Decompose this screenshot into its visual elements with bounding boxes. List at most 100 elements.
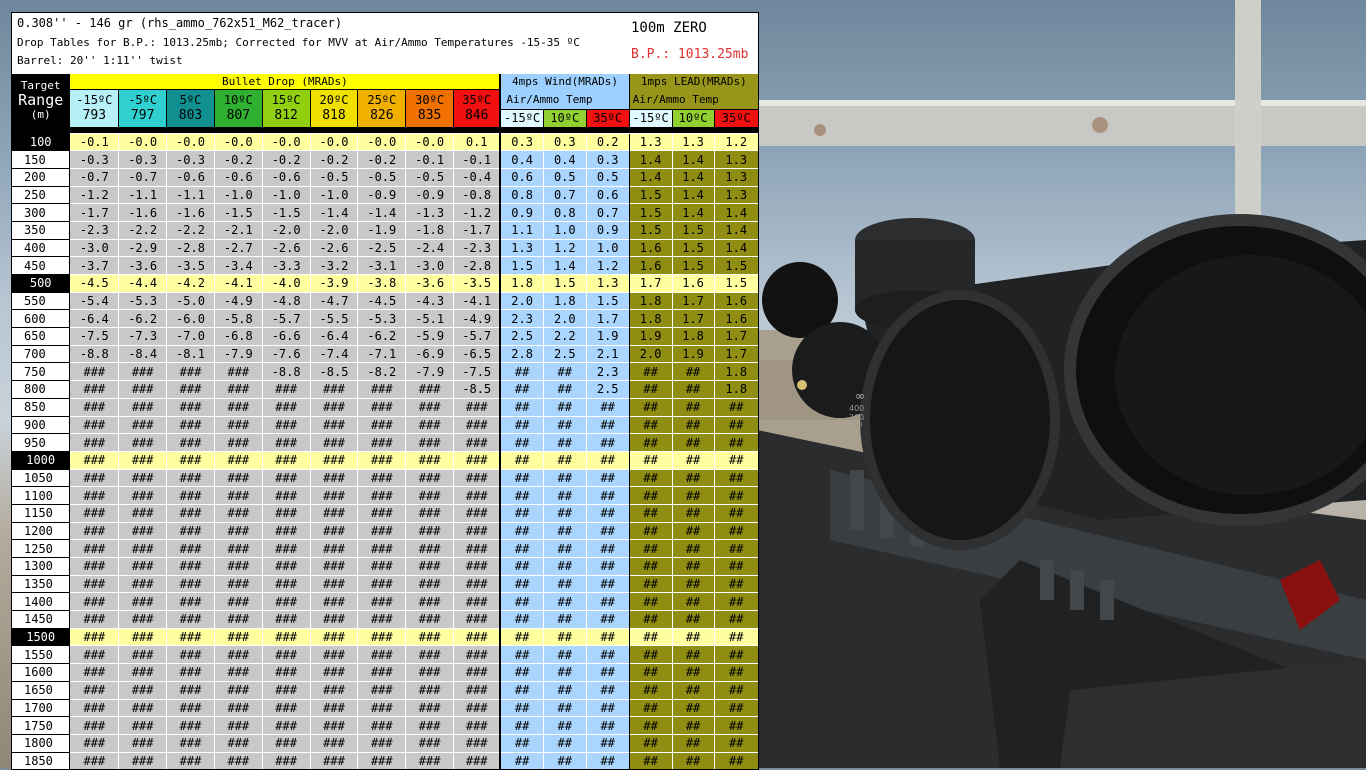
lead-cell: ## — [628, 362, 673, 381]
drop-cell: ### — [357, 450, 406, 470]
drop-cell: ### — [166, 592, 215, 611]
drop-cell: ### — [405, 574, 454, 593]
drop-cell: ### — [166, 680, 215, 699]
wind-cell: 0.6 — [499, 167, 544, 187]
lead-cell: ## — [713, 751, 758, 769]
wind-temp-column-header: -15ºC — [499, 108, 544, 127]
drop-temp-column-header: 5ºC 803 — [166, 89, 215, 127]
table-row: 1100 ### ### ### ### ### ### ### ### ### ## ## ## ## #… — [12, 486, 758, 505]
drop-cell: ### — [453, 486, 501, 505]
drop-cell: ### — [166, 751, 215, 769]
drop-cell: ### — [118, 433, 167, 452]
wind-cell: 0.3 — [585, 150, 630, 169]
range-cell: 750 — [12, 362, 70, 381]
drop-cell: ### — [69, 610, 119, 629]
drop-cell: -0.5 — [309, 167, 358, 187]
drop-cell: ### — [213, 680, 263, 699]
range-label: Range — [18, 90, 64, 109]
drop-cell: ### — [261, 663, 311, 682]
lead-cell: ## — [713, 733, 758, 753]
lead-cell: ## — [671, 450, 714, 470]
drop-cell: -1.4 — [309, 203, 358, 222]
table-row: 1800 ### ### ### ### ### ### ### ### ### ## ## ## ## #… — [12, 733, 758, 753]
lens-cap — [860, 290, 1060, 550]
wind-cell: 1.1 — [499, 220, 544, 240]
wind-cell: ## — [499, 433, 544, 452]
wind-cell: 1.3 — [499, 238, 544, 257]
lead-cell: ## — [671, 486, 714, 505]
wind-cell: ## — [542, 521, 587, 540]
drop-cell: -7.9 — [213, 344, 263, 363]
drop-cell: -3.4 — [213, 256, 263, 275]
wind-cell: ## — [499, 627, 544, 646]
drop-cell: -8.8 — [261, 362, 311, 381]
drop-cell: -0.1 — [69, 132, 119, 151]
lead-cell: ## — [628, 680, 673, 699]
wind-cell: 1.0 — [585, 238, 630, 257]
drop-cell: -0.0 — [357, 132, 406, 151]
drop-cell: ### — [166, 468, 215, 487]
lead-cell: 1.4 — [628, 150, 673, 169]
drop-cell: -1.2 — [69, 185, 119, 204]
drop-cell: ### — [69, 663, 119, 682]
drop-cell: -5.3 — [118, 291, 167, 310]
drop-cell: ### — [309, 733, 358, 753]
drop-cell: -5.7 — [261, 309, 311, 328]
wind-cell: 2.2 — [542, 327, 587, 346]
table-row: 1200 ### ### ### ### ### ### ### ### ### ## ## ## ## #… — [12, 521, 758, 540]
drop-cell: ### — [357, 716, 406, 735]
drop-cell: ### — [261, 698, 311, 717]
temperature-label: 35ºC — [462, 93, 492, 108]
drop-cell: ### — [357, 521, 406, 540]
wind-cell: ## — [542, 751, 587, 769]
drop-cell: ### — [405, 397, 454, 416]
drop-cell: ### — [213, 592, 263, 611]
lead-cell: 1.7 — [713, 327, 758, 346]
temperature-label: 20ºC — [319, 93, 349, 108]
drop-cell: ### — [453, 557, 501, 576]
lead-cell: 1.7 — [671, 291, 714, 310]
wind-cell: ## — [585, 698, 630, 717]
wind-cell: 0.5 — [585, 167, 630, 187]
drop-cell: ### — [405, 610, 454, 629]
drop-cell: ### — [166, 503, 215, 523]
table-row: 450 -3.7 -3.6 -3.5 -3.4 -3.3 -3.2 -3.1 -3.0 -2.8 1… — [12, 256, 758, 275]
drop-cell: -1.2 — [453, 203, 501, 222]
wind-temp-column-header: 35ºC — [585, 108, 630, 127]
drop-cell: ### — [405, 733, 454, 753]
drop-cell: -7.9 — [405, 362, 454, 381]
drop-cell: -1.5 — [213, 203, 263, 222]
range-cell: 800 — [12, 380, 70, 399]
drop-cell: -6.5 — [453, 344, 501, 363]
drop-cell: -0.4 — [453, 167, 501, 187]
drop-cell: ### — [453, 733, 501, 753]
drop-cell: ### — [213, 539, 263, 558]
drop-cell: ### — [69, 521, 119, 540]
range-cell: 650 — [12, 327, 70, 346]
range-cell: 850 — [12, 397, 70, 416]
lead-cell: 1.7 — [671, 309, 714, 328]
drop-cell: ### — [166, 415, 215, 434]
wind-cell: 0.7 — [542, 185, 587, 204]
lead-temp-column-header: -15ºC — [628, 108, 673, 127]
lead-cell: ## — [713, 645, 758, 664]
drop-cell: ### — [405, 433, 454, 452]
muzzle-velocity-label: 793 — [82, 108, 107, 124]
lead-cell: ## — [628, 733, 673, 753]
wind-cell: ## — [542, 397, 587, 416]
lead-temp-column-header: 10ºC — [671, 108, 714, 127]
wind-cell: 2.5 — [585, 380, 630, 399]
lead-cell: 1.8 — [628, 309, 673, 328]
wind-cell: ## — [499, 698, 544, 717]
range-cell: 1850 — [12, 751, 70, 769]
muzzle-velocity-label: 818 — [322, 108, 346, 124]
wind-cell: ## — [585, 486, 630, 505]
table-row: 200 -0.7 -0.7 -0.6 -0.6 -0.6 -0.5 -0.5 -0.5 -0.4 0… — [12, 167, 758, 187]
drop-cell: ### — [309, 592, 358, 611]
drop-cell: ### — [69, 380, 119, 399]
drop-cell: -2.6 — [261, 238, 311, 257]
range-cell: 700 — [12, 344, 70, 363]
railing-bar — [757, 100, 1366, 146]
drop-cell: ### — [118, 486, 167, 505]
wind-cell: ## — [585, 574, 630, 593]
